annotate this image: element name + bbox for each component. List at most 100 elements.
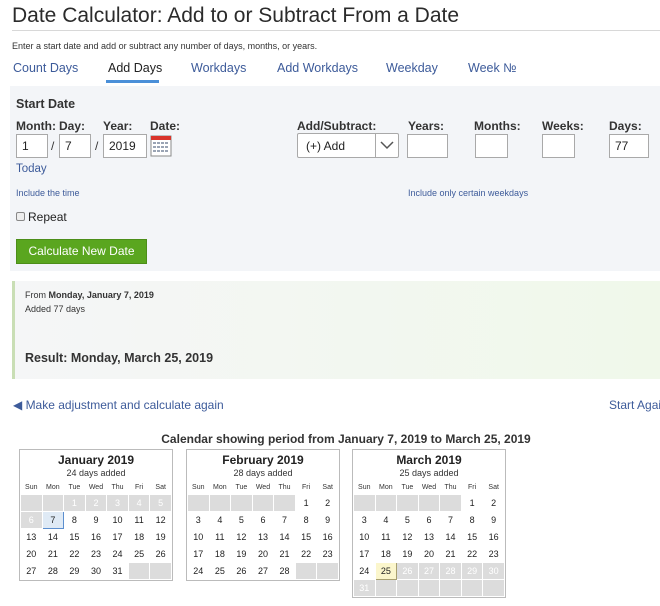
calendar-week: 12 [353,493,505,512]
calendar-day: 16 [482,527,505,546]
weekday-header: Wed [421,484,437,492]
date-label: Date: [150,119,181,133]
weekdays-link[interactable]: Include only certain weekdays [408,188,528,198]
year-input[interactable]: 2019 [103,134,147,158]
add-subtract-select[interactable]: (+) Add [297,133,399,158]
today-link[interactable]: Today [16,163,47,175]
month-calendar: March 2019 25 days added Sun Mon Tue Wed Thu Fr… [352,449,506,598]
calendar-day: 17 [187,544,210,563]
weekday-header: Fri [302,484,311,492]
days-input[interactable]: 77 [609,134,649,158]
calendar-day: 30 [482,561,505,580]
calendar-day: 7 [439,510,462,529]
calendar-day: 26 [230,561,253,580]
weekday-header: Tue [68,484,81,492]
calendar-day: 2 [482,493,505,512]
calendar-day: 31 [353,578,376,597]
weekday-header: Thu [444,484,457,492]
from-prefix: From [25,290,49,300]
calendar-day [41,493,65,512]
calendar-caption: Calendar showing period from January 7, … [161,432,531,446]
repeat-checkbox[interactable] [16,212,25,221]
tab-week-number[interactable]: Week № [468,61,517,75]
adjust-link[interactable]: ◀ Make adjustment and calculate again [13,398,224,412]
calendar-grid: Sun Mon Tue Wed Thu Fri Sat 1 2 3 4 5 6 7 8 9 10 11 12 13 14… [187,482,339,580]
calendar-week: 6 7 8 9 10 11 12 [20,510,172,529]
calendar-day [294,561,318,580]
date-separator: / [51,139,55,153]
from-line: From Monday, January 7, 2019 [25,290,154,300]
months-input[interactable] [475,134,508,158]
calendar-day: 19 [230,544,253,563]
weeks-label: Weeks: [542,119,584,133]
calendar-day: 24 [187,561,210,580]
calendar-week: 3456789 [187,510,339,529]
result-line: Result: Monday, March 25, 2019 [25,351,214,365]
calendar-day: 21 [439,544,462,563]
weekday-header: Mon [379,484,393,492]
calendar-day [417,578,441,597]
calendar-week: 10 11 12 13 14 15 16 [353,527,505,546]
weekday-header: Sat [322,484,333,492]
add-subtract-label: Add/Subtract: [297,119,377,133]
calendar-week: 24 25 26 27 28 29 30 [353,561,505,580]
weekday-header: Sat [155,484,166,492]
active-tab-indicator [106,80,159,83]
calendar-day: 15 [460,527,484,546]
calendar-day [273,493,296,512]
calendar-grid: Sun Mon Tue Wed Thu Fri Sat 1 2 3 4 5 6 7 8 9 10 11 12 13 14… [353,482,505,597]
calendar-day: 14 [439,527,462,546]
calendar-week: 12 [187,493,339,512]
calendar-day: 24 [353,561,376,580]
years-input[interactable] [407,134,448,158]
calendar-picker-icon[interactable] [150,135,172,157]
weekday-header: Tue [401,484,414,492]
calendar-day: 6 [417,510,441,529]
calendar-day: 22 [460,544,484,563]
calendar-day: 17 [353,544,376,563]
calendar-day: 9 [316,510,339,529]
weekday-header: Tue [235,484,248,492]
calendar-day: 12 [149,510,172,529]
end-date-cell: 25 [374,561,398,580]
month-days-added: 24 days added [66,468,126,478]
calendar-day [439,493,462,512]
date-separator: / [95,139,99,153]
weekday-header: Mon [46,484,60,492]
calendar-day: 5 [396,510,419,529]
calendar-day: 28 [41,561,65,580]
calendar-day: 16 [84,527,108,546]
add-subtract-value: (+) Add [306,139,346,153]
repeat-label: Repeat [28,210,67,224]
tab-workdays[interactable]: Workdays [191,61,246,75]
calendar-day: 18 [127,527,151,546]
calculate-button[interactable]: Calculate New Date [16,239,147,264]
calendar-week: 17 18 19 20 21 22 23 [187,544,339,563]
calendar-day [374,578,398,597]
calendar-day: 18 [208,544,232,563]
tab-add-days[interactable]: Add Days [108,61,162,75]
month-title: February 2019 [222,453,304,467]
calendar-day: 3 [106,493,129,512]
day-input[interactable]: 7 [59,134,91,158]
weekday-header: Sat [488,484,499,492]
calendar-day: 1 [460,493,484,512]
month-days-added: 25 days added [399,468,459,478]
include-time-link[interactable]: Include the time [16,188,80,198]
month-input[interactable]: 1 [16,134,48,158]
calendar-week: 13 14 15 16 17 18 19 [20,527,172,546]
calendar-day: 11 [208,527,232,546]
calendar-day: 14 [41,527,65,546]
month-calendar: February 2019 28 days added Sun Mon Tue Wed Th… [186,449,340,581]
calendar-day: 25 [208,561,232,580]
tab-count-days[interactable]: Count Days [13,61,78,75]
calendar-week: 24 25 26 27 28 [187,561,339,580]
tab-add-workdays[interactable]: Add Workdays [277,61,358,75]
calendar-day: 4 [127,493,151,512]
months-label: Months: [474,119,521,133]
weeks-input[interactable] [542,134,575,158]
start-again-link[interactable]: Start Again [609,398,660,412]
tab-weekday[interactable]: Weekday [386,61,438,75]
calendar-day: 2 [316,493,339,512]
calendar-day: 19 [149,527,172,546]
